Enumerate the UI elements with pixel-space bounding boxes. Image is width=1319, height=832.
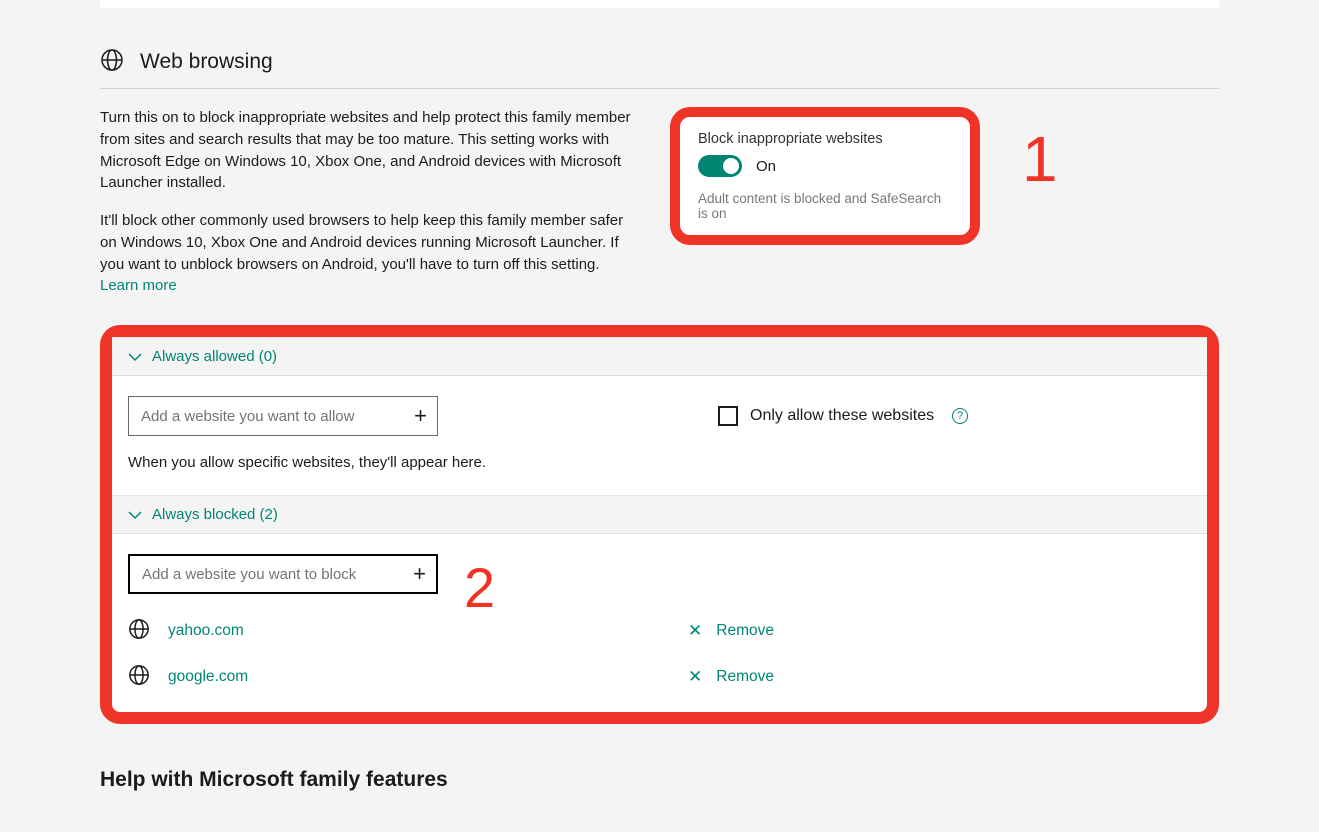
section-title: Web browsing [140, 50, 273, 74]
block-toggle-state: On [756, 158, 776, 175]
block-websites-card: Block inappropriate websites On Adult co… [670, 107, 980, 245]
plus-icon[interactable]: + [413, 561, 426, 587]
close-icon[interactable]: ✕ [688, 621, 702, 641]
add-allow-placeholder: Add a website you want to allow [141, 408, 354, 425]
blocked-site-row: google.com ✕ Remove [128, 654, 1191, 700]
intro-p1: Turn this on to block inappropriate webs… [100, 107, 640, 194]
blocked-site-url[interactable]: google.com [168, 668, 248, 686]
add-block-placeholder: Add a website you want to block [142, 566, 356, 583]
chevron-down-icon [128, 350, 142, 366]
annotation-2: 2 [464, 555, 495, 620]
web-browsing-header: Web browsing [100, 48, 1219, 89]
block-card-desc: Adult content is blocked and SafeSearch … [698, 191, 952, 221]
add-block-input[interactable]: Add a website you want to block + [128, 554, 438, 594]
always-allowed-label: Always allowed (0) [152, 348, 277, 365]
always-allowed-header[interactable]: Always allowed (0) [112, 337, 1207, 376]
previous-card-edge [100, 0, 1219, 8]
chevron-down-icon [128, 508, 142, 524]
block-toggle[interactable] [698, 155, 742, 177]
blocked-site-url[interactable]: yahoo.com [168, 622, 244, 640]
intro-text: Turn this on to block inappropriate webs… [100, 107, 640, 313]
remove-button[interactable]: Remove [716, 668, 774, 686]
intro-p2: It'll block other commonly used browsers… [100, 210, 640, 297]
help-heading: Help with Microsoft family features [100, 768, 1219, 792]
only-allow-checkbox[interactable] [718, 406, 738, 426]
allowed-hint: When you allow specific websites, they'l… [128, 454, 1191, 471]
learn-more-link[interactable]: Learn more [100, 277, 177, 294]
always-blocked-header[interactable]: Always blocked (2) [112, 495, 1207, 534]
always-blocked-label: Always blocked (2) [152, 506, 278, 523]
close-icon[interactable]: ✕ [688, 667, 702, 687]
blocked-site-row: yahoo.com ✕ Remove [128, 608, 1191, 654]
globe-icon [128, 664, 150, 690]
globe-icon [100, 48, 124, 76]
website-lists-panel: 2 Always allowed (0) Add a website you w… [100, 325, 1219, 724]
help-icon[interactable]: ? [952, 408, 968, 424]
add-allow-input[interactable]: Add a website you want to allow + [128, 396, 438, 436]
plus-icon[interactable]: + [414, 403, 427, 429]
annotation-1: 1 [1022, 127, 1058, 191]
remove-button[interactable]: Remove [716, 622, 774, 640]
only-allow-label: Only allow these websites [750, 407, 934, 425]
globe-icon [128, 618, 150, 644]
block-card-title: Block inappropriate websites [698, 131, 952, 147]
